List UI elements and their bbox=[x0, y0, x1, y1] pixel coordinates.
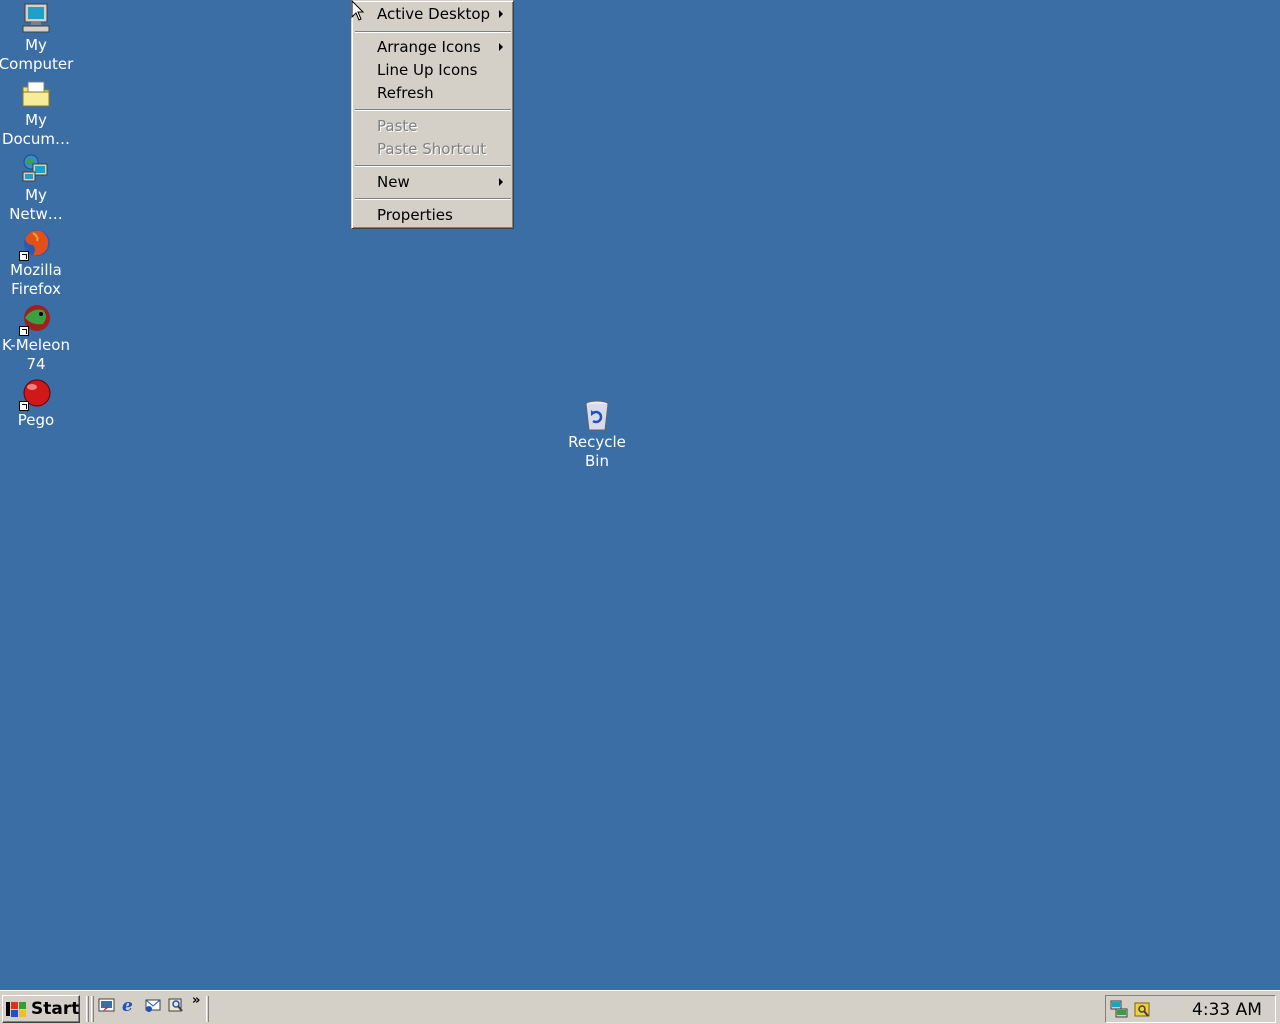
computer-icon bbox=[19, 2, 53, 36]
desktop[interactable]: My Computer My Docum… My Netw… Mozilla F… bbox=[0, 0, 1280, 990]
outlook-express-icon[interactable] bbox=[144, 996, 162, 1014]
menu-separator bbox=[355, 109, 511, 111]
menu-item-label: Paste bbox=[377, 117, 418, 135]
windows-logo-icon bbox=[6, 1002, 26, 1017]
menu-item-refresh[interactable]: Refresh bbox=[355, 82, 511, 104]
menu-item-label: Active Desktop bbox=[377, 5, 491, 23]
toolbar-grip[interactable] bbox=[206, 996, 209, 1022]
icon-label-line2: Computer bbox=[0, 55, 74, 73]
menu-separator bbox=[355, 165, 511, 167]
start-label: Start bbox=[31, 999, 80, 1019]
menu-item-properties[interactable]: Properties bbox=[355, 204, 511, 226]
icon-label-line1: Mozilla bbox=[10, 261, 62, 279]
desktop-icon-mozilla-firefox[interactable]: Mozilla Firefox bbox=[0, 227, 74, 299]
icon-label-line2: Bin bbox=[585, 452, 609, 470]
start-button[interactable]: Start bbox=[2, 995, 80, 1023]
icon-label-line2: Firefox bbox=[11, 280, 61, 298]
menu-item-line-up-icons[interactable]: Line Up Icons bbox=[355, 59, 511, 81]
desktop-icon-recycle-bin[interactable]: Recycle Bin bbox=[559, 399, 635, 471]
icon-label-line2: Netw… bbox=[9, 205, 63, 223]
icon-label-line1: My bbox=[25, 36, 47, 54]
icon-label-line2: 74 bbox=[26, 355, 46, 373]
menu-item-label: New bbox=[377, 173, 410, 191]
mouse-cursor-icon bbox=[351, 0, 365, 21]
shortcut-arrow-icon bbox=[19, 251, 29, 261]
shortcut-arrow-icon bbox=[19, 401, 29, 411]
system-tray: 4:33 AM bbox=[1105, 995, 1276, 1023]
security-tray-icon[interactable] bbox=[1132, 999, 1152, 1019]
media-icon[interactable] bbox=[167, 996, 185, 1014]
internet-explorer-icon[interactable]: e bbox=[121, 996, 139, 1014]
menu-item-label: Refresh bbox=[377, 84, 434, 102]
desktop-icon-k-meleon[interactable]: K-Meleon 74 bbox=[0, 302, 74, 374]
firefox-icon bbox=[19, 227, 53, 261]
folder-icon bbox=[19, 77, 53, 111]
toolbar-grip[interactable] bbox=[91, 996, 94, 1022]
quick-launch-overflow-button[interactable]: » bbox=[192, 993, 200, 1008]
show-desktop-icon[interactable] bbox=[98, 996, 116, 1014]
desktop-icon-my-computer[interactable]: My Computer bbox=[0, 2, 74, 74]
network-tray-icon[interactable] bbox=[1109, 999, 1129, 1019]
shortcut-arrow-icon bbox=[19, 326, 29, 336]
menu-item-label: Line Up Icons bbox=[377, 61, 478, 79]
icon-label-line1: Pego bbox=[17, 411, 55, 429]
menu-separator bbox=[355, 31, 511, 33]
pego-icon bbox=[19, 377, 53, 411]
menu-item-label: Properties bbox=[377, 206, 453, 224]
menu-item-label: Paste Shortcut bbox=[377, 140, 487, 158]
icon-label-line1: My bbox=[25, 186, 47, 204]
submenu-arrow-icon bbox=[499, 178, 503, 186]
kmeleon-icon bbox=[19, 302, 53, 336]
menu-item-new[interactable]: New bbox=[355, 171, 511, 193]
menu-item-active-desktop[interactable]: Active Desktop bbox=[355, 3, 511, 25]
submenu-arrow-icon bbox=[499, 10, 503, 18]
recycle-bin-icon bbox=[580, 399, 614, 433]
network-icon bbox=[19, 152, 53, 186]
desktop-icon-my-network[interactable]: My Netw… bbox=[0, 152, 74, 224]
icon-label-line1: My bbox=[25, 111, 47, 129]
menu-item-label: Arrange Icons bbox=[377, 38, 481, 56]
desktop-icon-my-documents[interactable]: My Docum… bbox=[0, 77, 74, 149]
icon-label-line2: Docum… bbox=[1, 130, 71, 148]
menu-item-arrange-icons[interactable]: Arrange Icons bbox=[355, 36, 511, 58]
menu-separator bbox=[355, 198, 511, 200]
svg-text:e: e bbox=[122, 996, 133, 1014]
taskbar: Start e » 4:33 AM bbox=[0, 990, 1280, 1024]
icon-label-line1: Recycle bbox=[568, 433, 626, 451]
taskbar-clock[interactable]: 4:33 AM bbox=[1182, 996, 1272, 1022]
submenu-arrow-icon bbox=[499, 43, 503, 51]
icon-label-line1: K-Meleon bbox=[2, 336, 70, 354]
desktop-icon-pego[interactable]: Pego bbox=[0, 377, 74, 430]
menu-item-paste-shortcut: Paste Shortcut bbox=[355, 138, 511, 160]
desktop-context-menu: Active Desktop Arrange Icons Line Up Ico… bbox=[351, 0, 514, 229]
toolbar-grip[interactable] bbox=[86, 996, 89, 1022]
menu-item-paste: Paste bbox=[355, 115, 511, 137]
